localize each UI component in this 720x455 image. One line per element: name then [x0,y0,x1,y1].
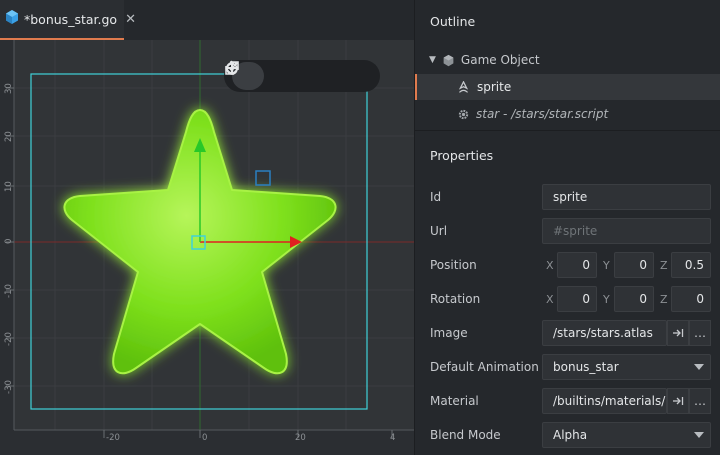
rotation-y-axis-label: Y [603,293,610,306]
image-field[interactable]: /stars/stars.atlas [542,320,667,346]
chevron-down-icon[interactable] [687,354,711,380]
id-label: Id [430,190,442,204]
x-tick: 20 [295,433,306,443]
default-animation-label: Default Animation [430,360,539,374]
tab-bonus-star-go[interactable]: *bonus_star.go ✕ [0,0,136,40]
y-tick: -30 [4,380,14,394]
outline-item-game-object[interactable]: ▼ Game Object [415,47,720,73]
position-z-field[interactable]: 0.5 [671,252,711,278]
outline-item-sprite[interactable]: sprite [415,74,720,100]
transform-toolbar [224,60,380,92]
position-y-field[interactable]: 0 [614,252,654,278]
editor-window: *bonus_star.go ✕ -20 0 20 4 30 20 10 0 -… [0,0,720,455]
rotation-label: Rotation [430,292,481,306]
blend-mode-value: Alpha [553,428,588,442]
tab-title: *bonus_star.go [24,11,118,27]
scene-editor: *bonus_star.go ✕ -20 0 20 4 30 20 10 0 -… [0,0,414,455]
outline-title: Outline [430,14,476,29]
chevron-down-icon[interactable] [687,422,711,448]
y-tick: 30 [4,83,14,94]
close-icon[interactable]: ✕ [125,12,136,27]
y-tick: 20 [4,131,14,142]
position-x-field[interactable]: 0 [557,252,597,278]
chevron-down-icon[interactable]: ▼ [429,55,436,65]
material-field[interactable]: /builtins/materials/ [542,388,667,414]
outline-panel: Outline ▼ Game Object sprite star - /sta… [414,0,720,130]
y-tick: 10 [4,181,14,192]
rotation-x-field[interactable]: 0 [557,286,597,312]
position-x-axis-label: X [546,259,554,272]
material-label: Material [430,394,479,408]
rotate-tool-button[interactable] [226,62,300,90]
default-animation-select[interactable]: bonus_star [542,354,711,380]
open-resource-icon [673,329,684,337]
url-label: Url [430,224,448,238]
x-tick: 0 [202,433,207,443]
properties-title: Properties [430,148,494,163]
outline-item-label: Game Object [460,53,540,67]
tab-bar: *bonus_star.go ✕ [0,0,414,40]
outline-item-star-script[interactable]: star - /stars/star.script [415,101,720,127]
image-open-button[interactable] [667,320,689,346]
x-tick: -20 [106,433,120,443]
open-resource-icon [673,397,684,405]
id-field[interactable]: sprite [542,184,711,210]
y-tick: -20 [4,332,14,346]
rotation-z-axis-label: Z [660,293,668,306]
y-tick: 0 [4,239,14,244]
xy-plane-handle [255,170,271,186]
gear-icon [457,108,470,121]
rotation-y-field[interactable]: 0 [614,286,654,312]
position-y-axis-label: Y [603,259,610,272]
image-browse-button[interactable]: … [689,320,711,346]
outline-item-label: sprite [477,80,512,94]
blend-mode-label: Blend Mode [430,428,501,442]
properties-panel: Properties Id sprite Url #sprite Positio… [414,130,720,455]
blend-mode-select[interactable]: Alpha [542,422,711,448]
position-label: Position [430,258,477,272]
scale-tool-button[interactable] [225,61,336,90]
game-object-icon [4,9,20,29]
position-z-axis-label: Z [660,259,668,272]
material-open-button[interactable] [667,388,689,414]
y-tick: -10 [4,284,14,298]
game-object-icon [442,54,455,67]
default-animation-value: bonus_star [553,360,619,374]
x-tick: 4 [390,433,395,443]
rotation-z-field[interactable]: 0 [671,286,711,312]
scene-viewport[interactable]: -20 0 20 4 30 20 10 0 -10 -20 -30 [0,40,414,455]
image-label: Image [430,326,468,340]
material-browse-button[interactable]: … [689,388,711,414]
outline-item-label: star - /stars/star.script [476,107,609,121]
rotation-x-axis-label: X [546,293,554,306]
sprite-icon [457,80,470,94]
refresh-icon [226,60,238,74]
reset-view-button[interactable] [226,60,372,90]
url-field[interactable]: #sprite [542,218,711,244]
